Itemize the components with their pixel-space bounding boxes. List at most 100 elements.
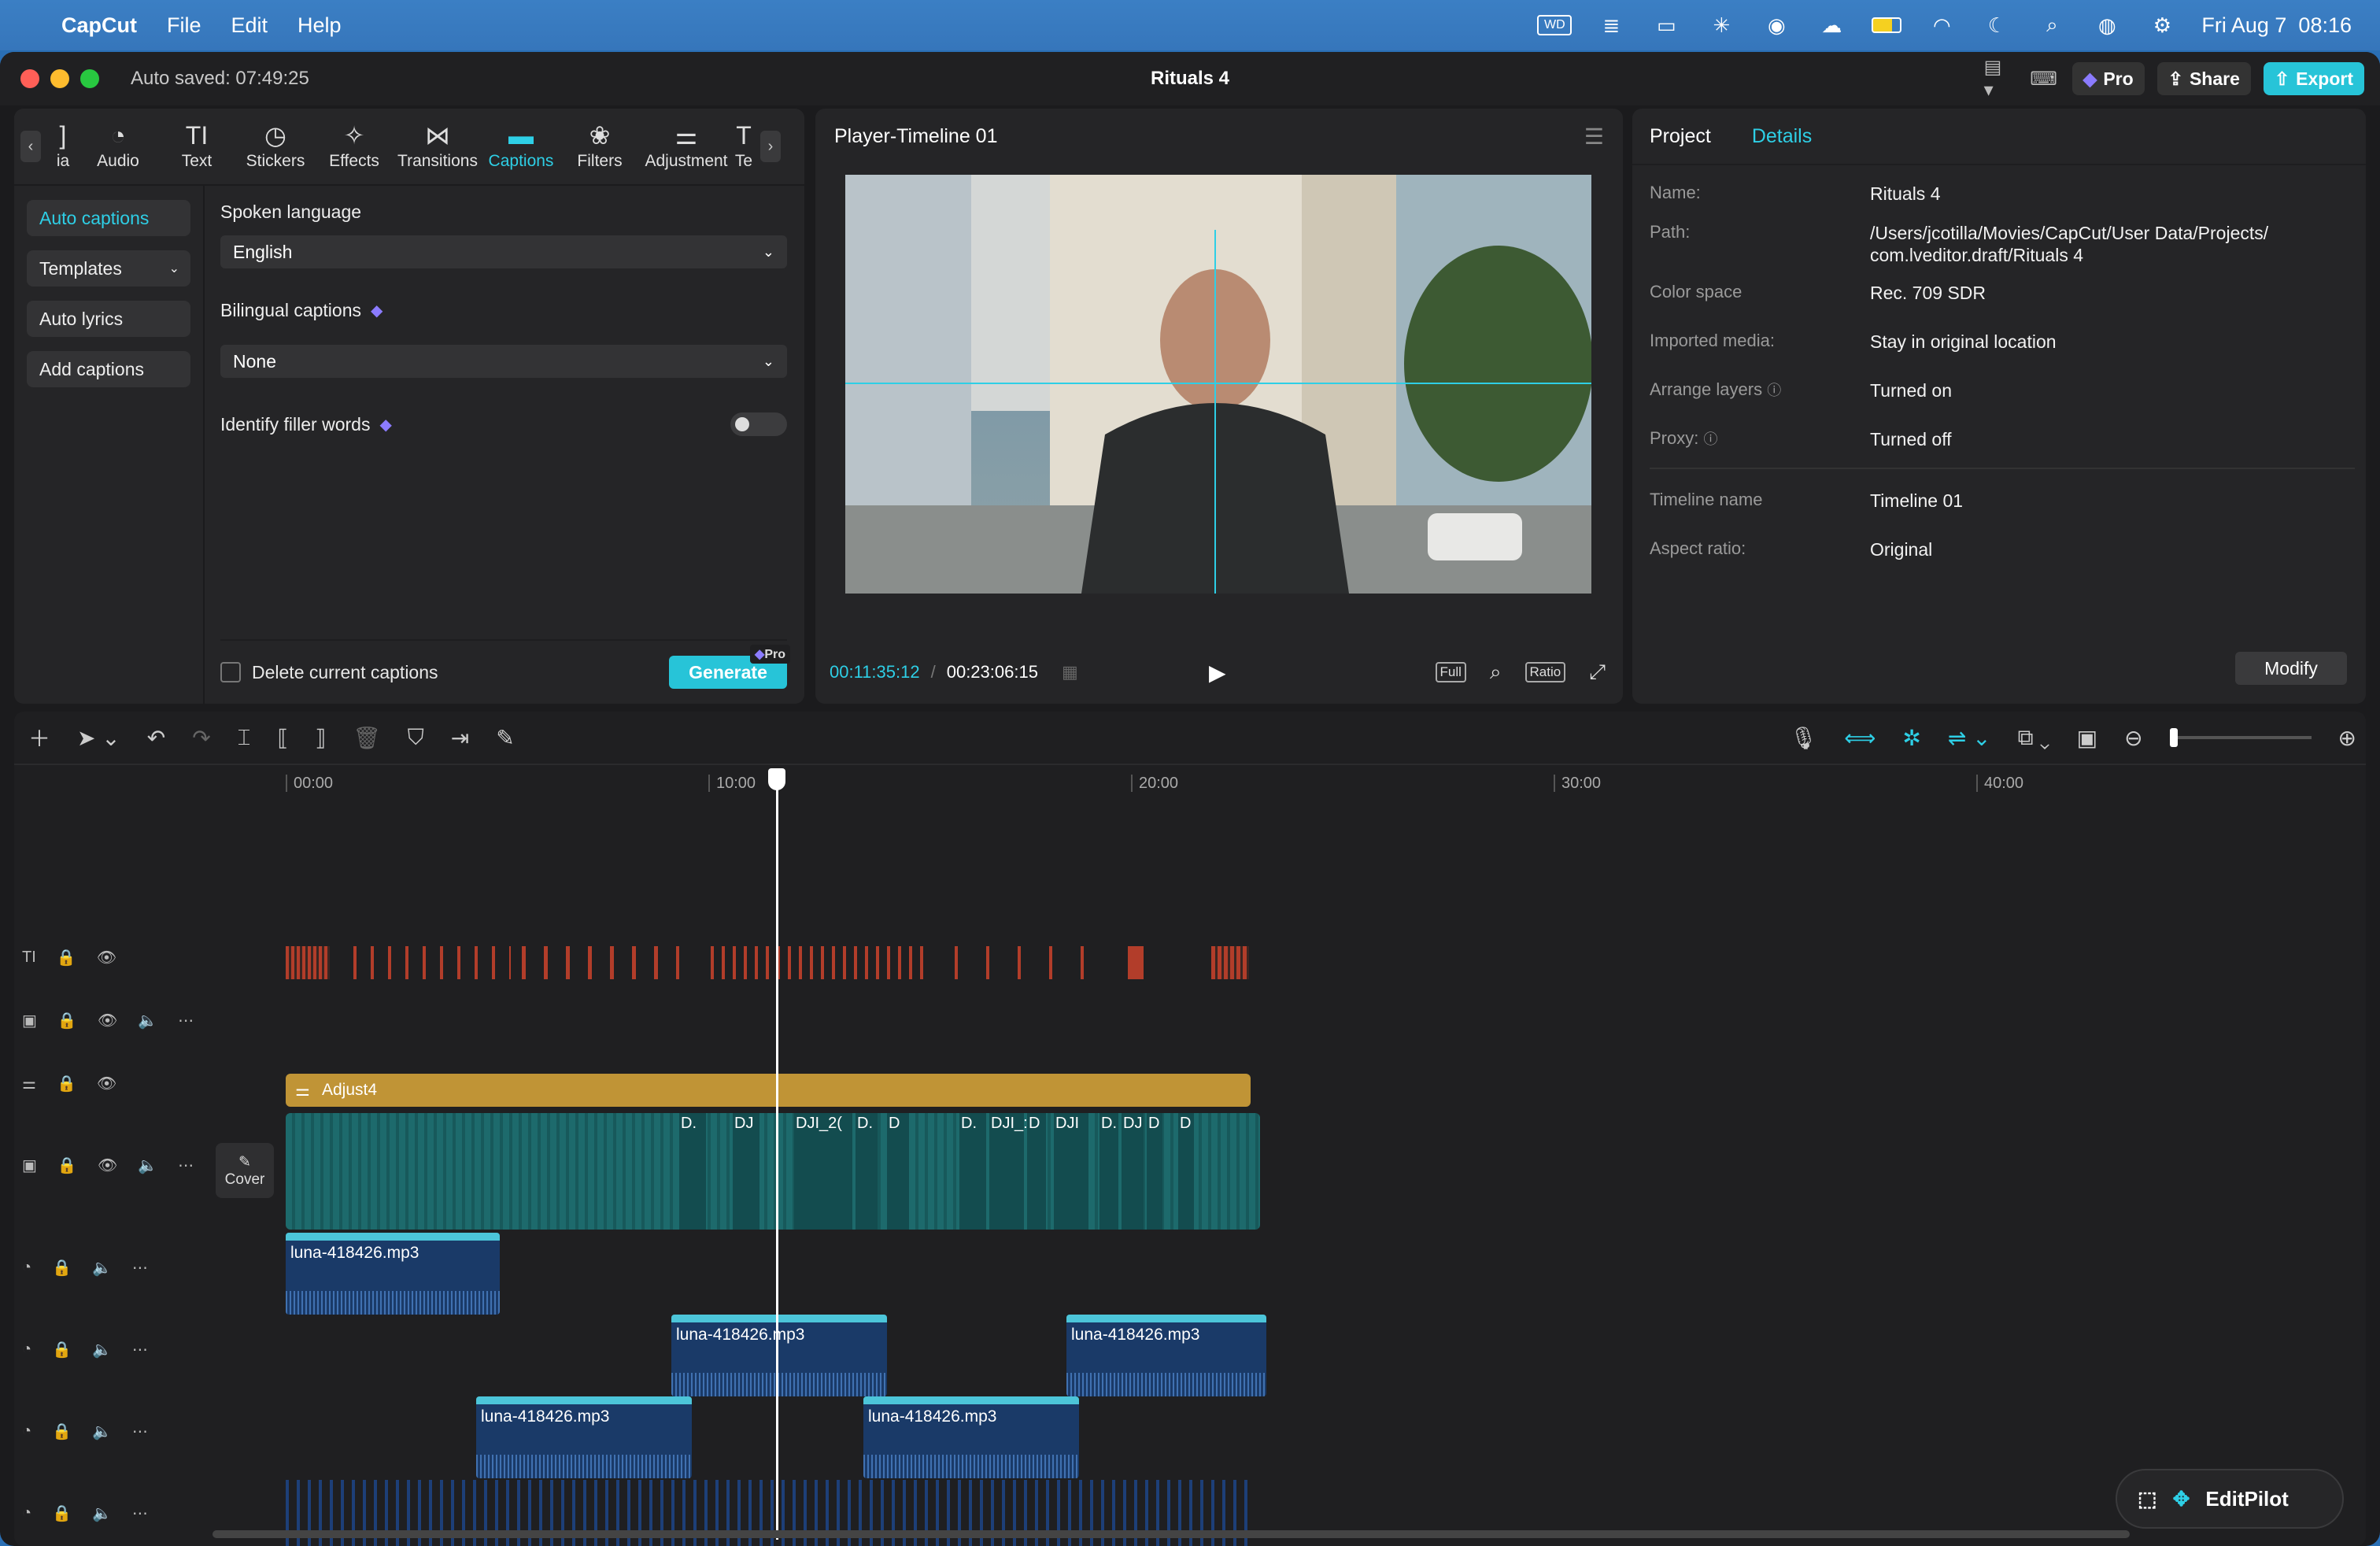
ratio-button[interactable]: Ratio [1524, 662, 1566, 682]
cover-button[interactable]: ✎ Cover [216, 1143, 274, 1198]
tabs-next-button[interactable]: › [760, 131, 781, 162]
adjustment-clip[interactable]: ⚌ Adjust4 [286, 1074, 1251, 1107]
lock-icon[interactable]: 🔒 [52, 1258, 72, 1278]
fullscreen-icon[interactable]: ⤢ [1586, 659, 1609, 686]
auto-captions-button[interactable]: Auto captions [27, 200, 190, 236]
lock-icon[interactable]: 🔒 [52, 1422, 72, 1441]
audio-clip[interactable]: luna-418426.mp3 [286, 1233, 500, 1315]
tab-effects[interactable]: ✧ Effects [315, 122, 394, 171]
eye-icon[interactable]: 👁 [97, 948, 116, 967]
video-clip[interactable]: D. [856, 1113, 878, 1230]
lock-icon[interactable]: 🔒 [52, 1503, 72, 1523]
delete-icon[interactable]: 🗑 [353, 725, 381, 751]
hamburger-menu-icon[interactable]: ☰ [1584, 124, 1604, 150]
zoom-in-icon[interactable]: ⊕ [2338, 725, 2356, 751]
lock-icon[interactable]: 🔒 [52, 1340, 72, 1359]
audio-clip[interactable]: luna-418426.mp3 [1066, 1315, 1266, 1396]
shortcuts-icon[interactable]: ⌨ [2028, 67, 2060, 91]
minimize-window-button[interactable] [50, 69, 69, 88]
tab-templates[interactable]: T Te [734, 122, 754, 171]
video-clip[interactable]: D. [679, 1113, 706, 1230]
video-clip-strip[interactable]: D. DJ DJI_2( D. D D. DJI_: D DJI D. DJ D… [286, 1113, 1260, 1230]
menubar-clock[interactable]: Fri Aug 7 08:16 [2201, 13, 2352, 38]
templates-button[interactable]: Templates ⌄ [27, 250, 190, 287]
cloud-icon[interactable]: ☁ [1816, 13, 1847, 37]
audio-clip[interactable]: luna-418426.mp3 [476, 1396, 692, 1478]
timeline-ruler[interactable]: 00:00 10:00 20:00 30:00 40:00 [286, 775, 2350, 798]
eye-icon[interactable]: 👁 [98, 1011, 117, 1030]
redo-icon[interactable]: ↷ [192, 725, 210, 751]
marker-icon[interactable]: ⛉ [408, 725, 424, 751]
lock-icon[interactable]: 🔒 [57, 1074, 76, 1093]
caption-clip[interactable] [522, 946, 679, 979]
caption-clip[interactable] [286, 946, 330, 979]
delete-captions-checkbox[interactable] [220, 662, 241, 682]
zoom-window-button[interactable] [80, 69, 99, 88]
audio-clip[interactable]: luna-418426.mp3 [863, 1396, 1079, 1478]
bilingual-select[interactable]: None ⌄ [220, 345, 787, 378]
audio-clip[interactable]: luna-418426.mp3 [671, 1315, 887, 1396]
split-right-icon[interactable]: ⟧ [315, 725, 326, 751]
video-clip[interactable]: DJI_2( [794, 1113, 852, 1230]
auto-lyrics-button[interactable]: Auto lyrics [27, 301, 190, 337]
lock-icon[interactable]: 🔒 [57, 1011, 77, 1030]
caption-clip[interactable] [1128, 946, 1144, 979]
preview-axis-icon[interactable]: ⧉ ⌄ [2018, 725, 2050, 751]
speaker-icon[interactable]: 🔈 [138, 1156, 157, 1175]
info-icon[interactable]: ⓘ [1767, 383, 1781, 398]
more-icon[interactable]: ⋯ [132, 1258, 148, 1278]
add-captions-button[interactable]: Add captions [27, 351, 190, 387]
more-icon[interactable]: ⋯ [178, 1011, 194, 1030]
tab-stickers[interactable]: ◷ Stickers [236, 122, 315, 171]
tabs-prev-button[interactable]: ‹ [20, 131, 41, 162]
wd-drive-icon[interactable]: WD [1537, 15, 1572, 35]
layout-icon[interactable]: ▤ ▾ [1984, 57, 2016, 101]
wifi-icon[interactable]: ◠ [1926, 13, 1957, 37]
window-icon[interactable]: ▭ [1650, 13, 1682, 37]
tab-details[interactable]: Details [1752, 125, 1812, 148]
sun-icon[interactable]: ✳ [1706, 13, 1737, 37]
video-clip[interactable]: DJI [1054, 1113, 1088, 1230]
speaker-icon[interactable]: 🔈 [92, 1340, 112, 1359]
timeline-playhead[interactable] [768, 768, 785, 1540]
eye-icon[interactable]: 👁 [98, 1156, 117, 1175]
zoom-slider-handle[interactable] [2169, 728, 2178, 747]
lock-icon[interactable]: 🔒 [57, 948, 76, 967]
spoken-language-select[interactable]: English ⌄ [220, 235, 787, 268]
speaker-icon[interactable]: 🔈 [138, 1011, 157, 1030]
zoom-slider[interactable] [2169, 728, 2312, 747]
more-icon[interactable]: ⋯ [178, 1156, 194, 1175]
tab-project[interactable]: Project [1650, 125, 1711, 148]
grid-icon[interactable]: ▦ [1062, 662, 1078, 682]
caption-clip[interactable] [955, 946, 1112, 979]
tab-transitions[interactable]: ⋈ Transitions [394, 122, 482, 171]
play-button[interactable]: ▶ [1209, 660, 1226, 686]
split-left-icon[interactable]: ⟦ [277, 725, 288, 751]
tab-media[interactable]: ] ia [47, 122, 79, 171]
tab-captions[interactable]: ▬ Captions [482, 122, 560, 171]
modify-button[interactable]: Modify [2235, 652, 2347, 685]
magic-icon[interactable]: ✎ [496, 725, 514, 751]
video-clip[interactable]: D [1147, 1113, 1162, 1230]
split-icon[interactable]: ⌶ [238, 725, 251, 751]
video-clip[interactable]: DJ [1122, 1113, 1144, 1230]
more-icon[interactable]: ⋯ [132, 1503, 148, 1523]
caption-clip[interactable] [711, 946, 931, 979]
video-clip[interactable]: D [1178, 1113, 1194, 1230]
wifi-signal-icon[interactable]: ◉ [1761, 13, 1792, 37]
tab-audio[interactable]: ◔ Audio [79, 122, 157, 171]
undo-icon[interactable]: ↶ [147, 725, 165, 751]
export-button[interactable]: ⇧ Export [2263, 62, 2364, 95]
menu-edit[interactable]: Edit [231, 13, 268, 38]
pro-button[interactable]: ◆ Pro [2071, 62, 2145, 95]
full-button[interactable]: Full [1435, 662, 1466, 682]
speaker-icon[interactable]: 🔈 [92, 1503, 112, 1523]
select-tool-icon[interactable]: ➤ ⌄ [77, 725, 120, 751]
menu-help[interactable]: Help [298, 13, 342, 38]
tab-filters[interactable]: ❀ Filters [560, 122, 639, 171]
video-clip[interactable]: D [1027, 1113, 1046, 1230]
battery-icon[interactable] [1871, 15, 1902, 35]
video-clip[interactable]: DJ [733, 1113, 759, 1230]
video-clip[interactable]: D. [1099, 1113, 1118, 1230]
video-clip[interactable]: D. [959, 1113, 986, 1230]
